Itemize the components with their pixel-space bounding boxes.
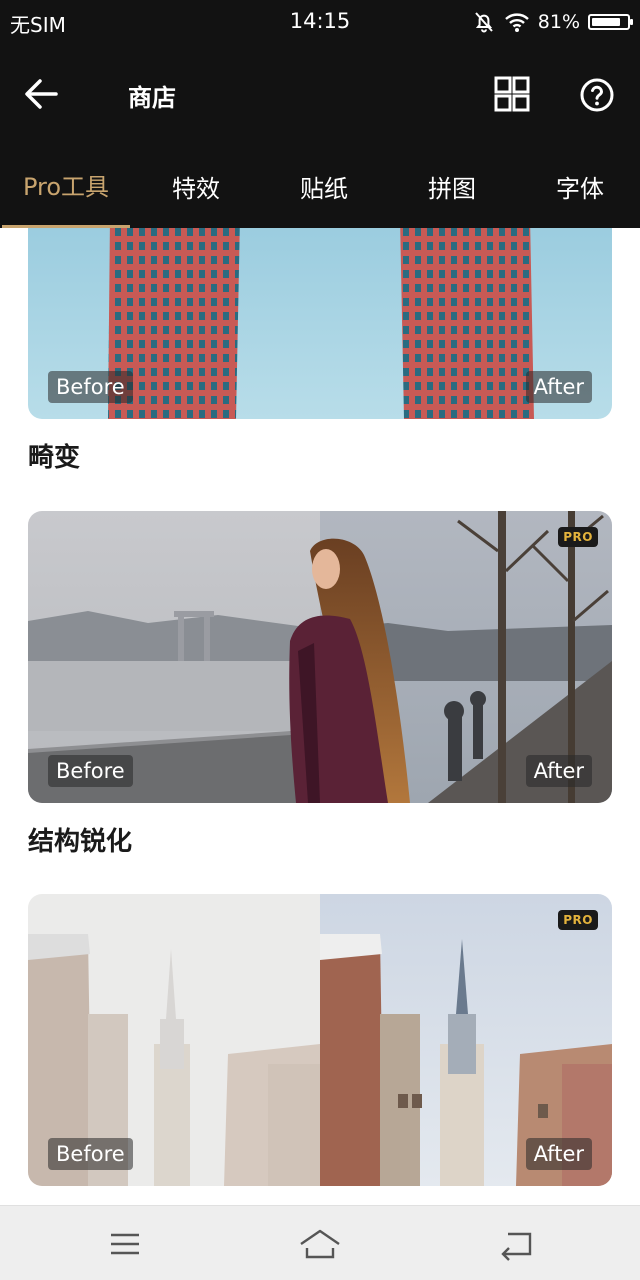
- after-label: After: [525, 1138, 592, 1170]
- grid-button[interactable]: [492, 74, 532, 114]
- top-bar: 商店: [0, 44, 640, 144]
- tab-label: 贴纸: [300, 174, 348, 203]
- arrow-left-icon: [25, 79, 58, 109]
- help-button[interactable]: [574, 72, 620, 118]
- tab-label: 字体: [556, 174, 604, 203]
- pro-badge: PRO: [558, 910, 598, 930]
- third-tool-preview[interactable]: PRO Before After: [28, 894, 612, 1186]
- card-title: 畸变: [28, 443, 81, 473]
- before-label: Before: [48, 1138, 133, 1170]
- bell-muted-icon: [475, 12, 493, 33]
- tab-stickers[interactable]: 贴纸: [260, 144, 388, 228]
- distortion-preview[interactable]: Before After: [28, 228, 612, 419]
- after-label: After: [525, 755, 592, 787]
- wifi-icon: [504, 13, 529, 32]
- pro-badge: PRO: [558, 527, 598, 547]
- battery-fill: [592, 18, 620, 26]
- tab-fonts[interactable]: 字体: [516, 144, 640, 228]
- tab-label: 特效: [172, 174, 220, 203]
- system-nav-bar: [0, 1205, 640, 1280]
- before-label: Before: [48, 371, 133, 403]
- menu-button[interactable]: [105, 1224, 145, 1264]
- grid-icon: [494, 76, 530, 112]
- battery-icon: [588, 14, 633, 30]
- back-button[interactable]: [18, 72, 62, 116]
- page-title: 商店: [128, 84, 176, 112]
- status-bar: 无SIM 14:15 81%: [0, 0, 640, 44]
- category-tabs: Pro工具 特效 贴纸 拼图 字体: [0, 144, 640, 228]
- structure-sharpen-preview[interactable]: PRO Before After: [28, 511, 612, 803]
- tab-label: Pro工具: [22, 173, 110, 201]
- tool-list: Before After 畸变 PRO Before After 结构锐化 PR…: [0, 228, 640, 1205]
- system-back-button[interactable]: [496, 1224, 536, 1264]
- status-right: 81%: [472, 8, 633, 36]
- card-title: 结构锐化: [28, 827, 133, 857]
- tab-pro-tools[interactable]: Pro工具: [2, 144, 130, 228]
- help-icon: [580, 78, 614, 112]
- tab-label: 拼图: [428, 174, 476, 203]
- before-label: Before: [48, 755, 133, 787]
- after-label: After: [525, 371, 592, 403]
- tab-effects[interactable]: 特效: [132, 144, 260, 228]
- menu-icon: [111, 1233, 139, 1255]
- battery-percent: 81%: [537, 11, 580, 33]
- tab-collage[interactable]: 拼图: [388, 144, 516, 228]
- back-icon: [501, 1232, 532, 1261]
- home-button[interactable]: [298, 1224, 340, 1264]
- home-icon: [300, 1229, 340, 1259]
